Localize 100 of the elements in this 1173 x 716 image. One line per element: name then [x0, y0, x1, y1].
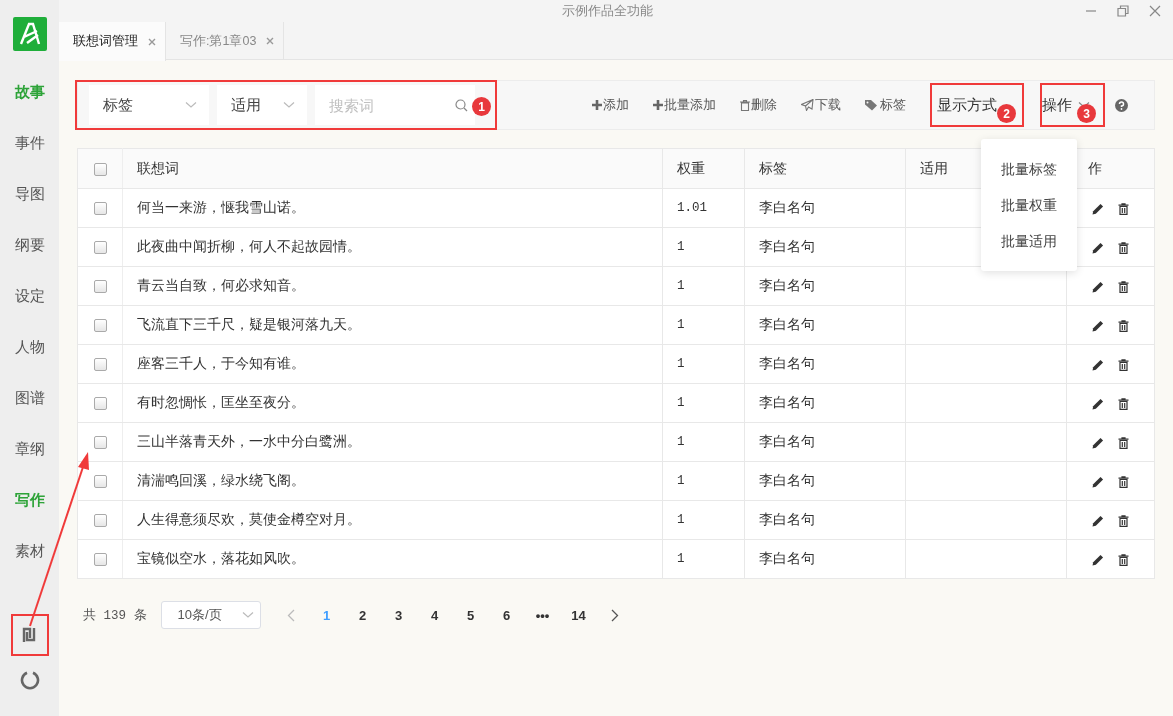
page-button[interactable]: 14 [560, 607, 597, 623]
close-icon[interactable] [266, 37, 275, 45]
checkbox[interactable] [93, 514, 107, 528]
plus-icon [653, 100, 663, 110]
sidebar-item[interactable]: 图谱 [14, 372, 45, 423]
checkbox[interactable] [93, 202, 107, 216]
page-size-select[interactable]: 10条/页 [160, 601, 261, 629]
pencil-icon[interactable] [1092, 514, 1104, 527]
trash-icon[interactable] [1118, 358, 1129, 371]
checkbox[interactable] [93, 319, 107, 333]
pencil-icon[interactable] [1092, 280, 1104, 293]
sidebar-item[interactable]: 章纲 [14, 423, 45, 474]
table-cell: 李白名句 [759, 512, 815, 527]
table-cell: 李白名句 [759, 239, 815, 254]
table-cell: 1.01 [677, 201, 707, 215]
menu-item[interactable]: 批量适用 [981, 223, 1077, 259]
table-cell: 1 [677, 552, 685, 566]
tag-select[interactable]: 标签 [89, 85, 209, 125]
table-cell: 1 [677, 318, 685, 332]
trash-icon[interactable] [1118, 319, 1129, 332]
table-cell: 1 [677, 396, 685, 410]
pencil-icon[interactable] [1092, 241, 1104, 254]
checkbox[interactable] [93, 162, 107, 176]
annotation-marker: 1 [472, 97, 491, 116]
tab[interactable]: 联想词管理 [59, 22, 166, 61]
chevron-down-icon [241, 611, 254, 619]
trash-icon[interactable] [1118, 202, 1129, 215]
trash-icon[interactable] [1118, 241, 1129, 254]
trash-icon[interactable] [1118, 553, 1129, 566]
checkbox[interactable] [93, 397, 107, 411]
page-button[interactable]: 3 [380, 607, 417, 623]
toolbar-button[interactable]: 批量添加 [653, 96, 716, 114]
checkbox[interactable] [93, 280, 107, 294]
pencil-icon[interactable] [1092, 553, 1104, 566]
sidebar-item[interactable]: 事件 [14, 117, 45, 168]
page-button[interactable]: 6 [488, 607, 525, 623]
toolbar-button[interactable]: 标签 [865, 96, 906, 114]
trash-icon[interactable] [1118, 280, 1129, 293]
toolbar-button[interactable]: 删除 [740, 96, 777, 114]
checkbox[interactable] [93, 475, 107, 489]
page-button[interactable]: 5 [452, 607, 489, 623]
menu-item[interactable]: 批量权重 [981, 187, 1077, 223]
search-field[interactable]: 搜索词 [315, 85, 475, 125]
column-header: 适用 [920, 160, 948, 176]
table-cell: 李白名句 [759, 200, 815, 215]
search-icon[interactable] [455, 98, 468, 112]
table-cell: 有时忽惆怅，匡坐至夜分。 [137, 395, 305, 410]
table-cell: 李白名句 [759, 434, 815, 449]
checkbox[interactable] [93, 553, 107, 567]
trash-icon[interactable] [1118, 436, 1129, 449]
help-icon[interactable] [1115, 98, 1128, 112]
menu-item[interactable]: 批量标签 [981, 151, 1077, 187]
close-icon[interactable] [148, 37, 156, 46]
operation-dropdown[interactable]: 操作 [1042, 95, 1072, 115]
table-cell: 李白名句 [759, 278, 815, 293]
checkbox[interactable] [93, 241, 107, 255]
sidebar-item[interactable]: 设定 [14, 270, 45, 321]
tag-icon [865, 99, 879, 111]
search-input[interactable]: 搜索词 [327, 95, 455, 115]
logo-icon [12, 17, 47, 51]
checkbox[interactable] [93, 436, 107, 450]
table-cell: 人生得意须尽欢，莫使金樽空对月。 [137, 512, 361, 527]
sidebar-item[interactable]: 导图 [14, 168, 45, 219]
scope-select[interactable]: 适用 [217, 85, 307, 125]
toolbar-button[interactable]: 添加 [592, 96, 629, 114]
trash-icon[interactable] [1118, 397, 1129, 410]
column-header: 联想词 [137, 160, 179, 176]
pencil-icon[interactable] [1092, 202, 1104, 215]
paper-plane-icon [801, 99, 814, 111]
restore-icon[interactable] [1117, 5, 1129, 17]
table-cell: 李白名句 [759, 395, 815, 410]
display-mode-dropdown[interactable]: 显示方式 [937, 95, 997, 115]
sidebar-item[interactable]: 人物 [14, 321, 45, 372]
trash-icon[interactable] [1118, 475, 1129, 488]
column-header: 作 [1088, 160, 1102, 176]
page-button[interactable]: 4 [416, 607, 453, 623]
pencil-icon[interactable] [1092, 475, 1104, 488]
chevron-right-icon[interactable] [610, 608, 619, 622]
page-button[interactable]: ••• [524, 607, 561, 623]
chevron-down-icon [283, 101, 295, 109]
table-cell: 清湍鸣回溪，绿水绕飞阁。 [137, 473, 305, 488]
table-cell: 座客三千人，于今知有谁。 [137, 356, 305, 371]
table-cell: 1 [677, 240, 685, 254]
table-cell: 1 [677, 513, 685, 527]
column-header: 标签 [759, 160, 787, 176]
pencil-icon[interactable] [1092, 397, 1104, 410]
sidebar-item[interactable]: 纲要 [14, 219, 45, 270]
plus-icon [592, 100, 602, 110]
checkbox[interactable] [93, 358, 107, 372]
pencil-icon[interactable] [1092, 436, 1104, 449]
pencil-icon[interactable] [1092, 319, 1104, 332]
trash-icon[interactable] [1118, 514, 1129, 527]
pencil-icon[interactable] [1092, 358, 1104, 371]
column-header: 权重 [677, 160, 705, 176]
toolbar-button[interactable]: 下载 [801, 96, 841, 114]
annotation-marker: 2 [997, 104, 1016, 123]
close-icon[interactable] [1149, 5, 1161, 17]
sidebar-item[interactable]: 素材 [14, 525, 45, 576]
chevron-down-icon [185, 101, 197, 109]
page-button[interactable]: 2 [344, 607, 381, 623]
